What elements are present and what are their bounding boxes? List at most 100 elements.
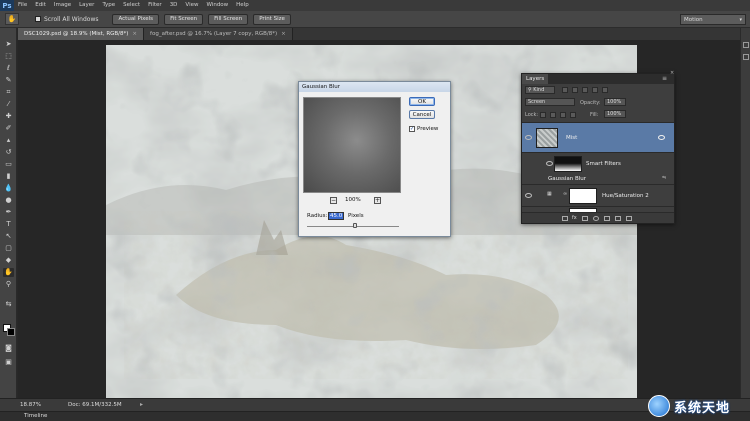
panel-menu-icon[interactable]: ≡ (662, 74, 667, 84)
zoom-out-button[interactable]: − (330, 197, 337, 204)
panel-icon[interactable] (743, 42, 749, 48)
marquee-tool-icon[interactable]: ⬚ (3, 52, 14, 61)
menu-3d[interactable]: 3D (166, 0, 182, 11)
menu-file[interactable]: File (14, 0, 31, 11)
fx-icon[interactable]: fx (572, 215, 577, 221)
zoom-tool-icon[interactable]: ⚲ (3, 280, 14, 289)
eyedropper-tool-icon[interactable]: ⁄ (3, 100, 14, 109)
lock-position-icon[interactable] (560, 112, 566, 118)
scroll-all-windows-checkbox[interactable] (35, 16, 41, 22)
eraser-tool-icon[interactable]: ▭ (3, 160, 14, 169)
filter-type-icon[interactable] (582, 87, 588, 93)
hand-tool-icon[interactable]: ✋ (3, 268, 14, 277)
new-layer-icon[interactable] (615, 216, 621, 221)
filter-options-icon[interactable]: ⇋ (662, 175, 666, 181)
lock-image-icon[interactable] (550, 112, 556, 118)
watermark-logo-icon (648, 395, 670, 417)
add-mask-icon[interactable] (582, 216, 588, 221)
radius-slider-thumb[interactable] (353, 223, 357, 228)
print-size-button[interactable]: Print Size (253, 13, 291, 25)
hand-tool-preset-icon[interactable]: ✋ (5, 13, 19, 25)
close-icon[interactable]: × (132, 31, 137, 37)
workspace-select[interactable]: Motion ▾ (680, 14, 746, 25)
layer-row-smart-filters[interactable]: Smart Filters (522, 152, 674, 174)
path-select-tool-icon[interactable]: ↖ (3, 232, 14, 241)
brush-tool-icon[interactable]: ✐ (3, 124, 14, 133)
clone-stamp-tool-icon[interactable]: ▴ (3, 136, 14, 145)
tab-fog-after[interactable]: fog_after.psd @ 16.7% (Layer 7 copy, RGB… (144, 28, 293, 40)
fit-screen-button[interactable]: Fit Screen (164, 13, 204, 25)
layer-name: Smart Filters (586, 161, 621, 167)
menu-image[interactable]: Image (50, 0, 75, 11)
screen-mode-icon[interactable]: ▣ (3, 358, 14, 367)
menu-help[interactable]: Help (232, 0, 253, 11)
ok-button[interactable]: OK (409, 97, 435, 106)
close-icon[interactable]: × (281, 31, 286, 37)
eye-icon[interactable] (546, 161, 553, 166)
move-tool-icon[interactable]: ➤ (3, 40, 14, 49)
tab-dsc1029[interactable]: DSC1029.psd @ 18.9% (Mist, RGB/8*) × (18, 28, 145, 40)
menu-filter[interactable]: Filter (144, 0, 166, 11)
tab-label: fog_after.psd @ 16.7% (Layer 7 copy, RGB… (150, 31, 278, 37)
filter-kind-select[interactable]: ⚲ Kind (525, 86, 555, 94)
swap-colors-icon[interactable]: ⇆ (3, 300, 14, 309)
eye-icon[interactable] (525, 135, 532, 140)
dodge-tool-icon[interactable]: ● (3, 196, 14, 205)
filter-shape-icon[interactable] (592, 87, 598, 93)
layer-row-gaussian-blur[interactable]: Gaussian Blur ⇋ (522, 174, 674, 184)
fill-screen-button[interactable]: Fill Screen (208, 13, 249, 25)
type-tool-icon[interactable]: T (3, 220, 14, 229)
chevron-right-icon[interactable]: ▸ (140, 401, 143, 408)
layer-row-hue-saturation[interactable]: ▦ ∞ Hue/Saturation 2 (522, 184, 674, 206)
menu-edit[interactable]: Edit (31, 0, 50, 11)
new-adjustment-icon[interactable] (593, 216, 599, 221)
opacity-input[interactable]: 100% (604, 98, 626, 106)
scroll-all-windows-option[interactable]: Scroll All Windows (35, 16, 98, 23)
link-layers-icon[interactable] (562, 216, 568, 221)
lock-row: Lock: Fill: 100% (522, 110, 674, 120)
blend-mode-select[interactable]: Screen (525, 98, 575, 106)
lock-all-icon[interactable] (570, 112, 576, 118)
opacity-label: Opacity: (580, 100, 601, 106)
shape-tool-icon[interactable]: ▢ (3, 244, 14, 253)
eye-icon[interactable] (525, 193, 532, 198)
filter-smart-object-icon[interactable] (602, 87, 608, 93)
trash-icon[interactable] (626, 216, 632, 221)
blur-preview-pane[interactable] (303, 97, 401, 193)
tab-layers[interactable]: Layers (522, 74, 549, 84)
background-color-swatch[interactable] (7, 328, 15, 336)
smart-filter-visibility-icon[interactable] (658, 135, 665, 140)
menu-window[interactable]: Window (202, 0, 232, 11)
panel-icon[interactable] (743, 54, 749, 60)
layer-row-mist[interactable]: Mist (522, 122, 674, 152)
radius-input[interactable]: 45.0 (328, 212, 344, 220)
menu-select[interactable]: Select (119, 0, 144, 11)
3d-tool-icon[interactable]: ◆ (3, 256, 14, 265)
fill-input[interactable]: 100% (604, 110, 626, 118)
history-brush-tool-icon[interactable]: ↺ (3, 148, 14, 157)
filter-kind-value: Kind (533, 87, 545, 93)
healing-brush-tool-icon[interactable]: ✚ (3, 112, 14, 121)
blur-tool-icon[interactable]: 💧 (3, 184, 14, 193)
gradient-tool-icon[interactable]: ▮ (3, 172, 14, 181)
menu-layer[interactable]: Layer (75, 0, 98, 11)
cancel-button[interactable]: Cancel (409, 110, 435, 119)
preview-checkbox[interactable]: ✓ (409, 126, 415, 132)
lasso-tool-icon[interactable]: ℓ (3, 64, 14, 73)
filter-adjustment-icon[interactable] (572, 87, 578, 93)
lock-transparent-icon[interactable] (540, 112, 546, 118)
new-group-icon[interactable] (604, 216, 610, 221)
zoom-level[interactable]: 18.87% (20, 402, 41, 408)
preview-option[interactable]: ✓ Preview (409, 126, 438, 132)
quick-select-tool-icon[interactable]: ✎ (3, 76, 14, 85)
actual-pixels-button[interactable]: Actual Pixels (112, 13, 160, 25)
close-icon[interactable]: × (670, 70, 674, 76)
crop-tool-icon[interactable]: ⌗ (3, 88, 14, 97)
quick-mask-icon[interactable]: ◙ (3, 344, 14, 353)
filter-pixel-icon[interactable] (562, 87, 568, 93)
menu-type[interactable]: Type (98, 0, 119, 11)
timeline-tab[interactable]: Timeline (24, 413, 47, 419)
menu-view[interactable]: View (181, 0, 202, 11)
pen-tool-icon[interactable]: ✒ (3, 208, 14, 217)
zoom-in-button[interactable]: + (374, 197, 381, 204)
